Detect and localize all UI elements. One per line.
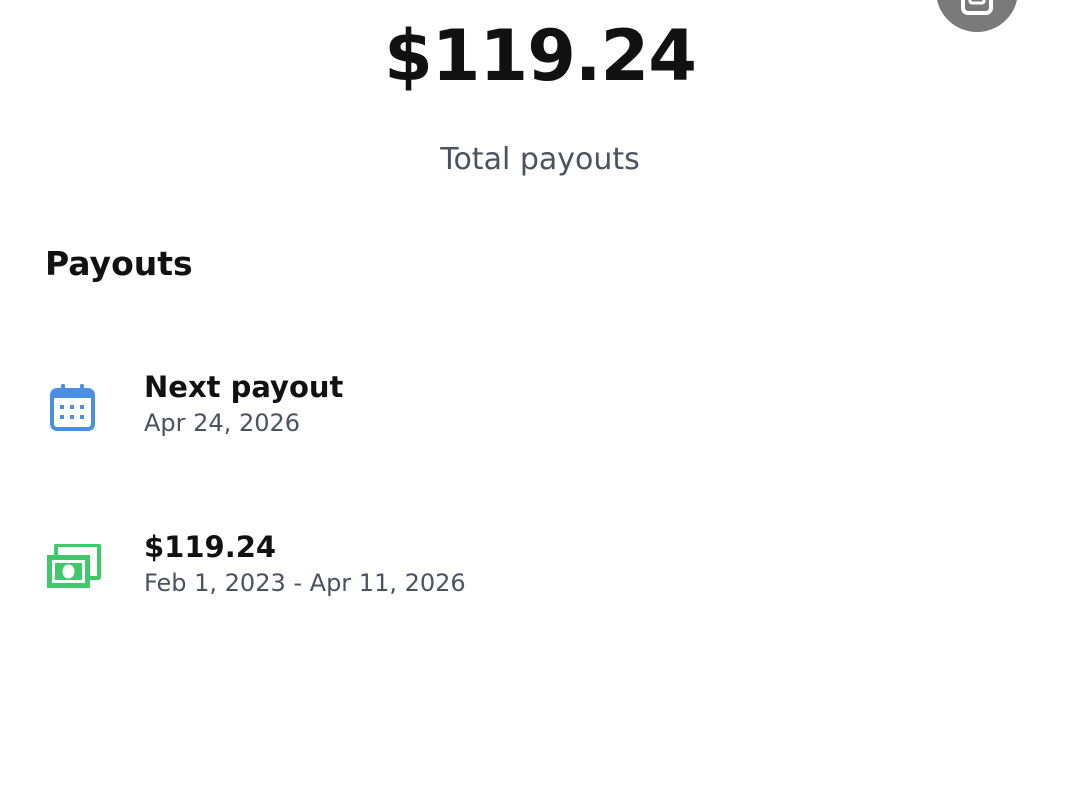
payouts-section-title: Payouts [45, 244, 193, 283]
payout-date-range: Feb 1, 2023 - Apr 11, 2026 [144, 569, 466, 597]
payout-history-row[interactable]: $119.24 Feb 1, 2023 - Apr 11, 2026 [0, 520, 1080, 620]
next-payout-date: Apr 24, 2026 [144, 409, 301, 437]
next-payout-row[interactable]: Next payout Apr 24, 2026 [0, 360, 1080, 460]
total-payouts-amount: $119.24 [384, 15, 697, 97]
payout-amount: $119.24 [144, 530, 277, 564]
calendar-icon [45, 384, 99, 438]
money-bills-icon [45, 543, 101, 596]
next-payout-title: Next payout [144, 370, 344, 404]
total-payouts-label: Total payouts [440, 142, 640, 177]
